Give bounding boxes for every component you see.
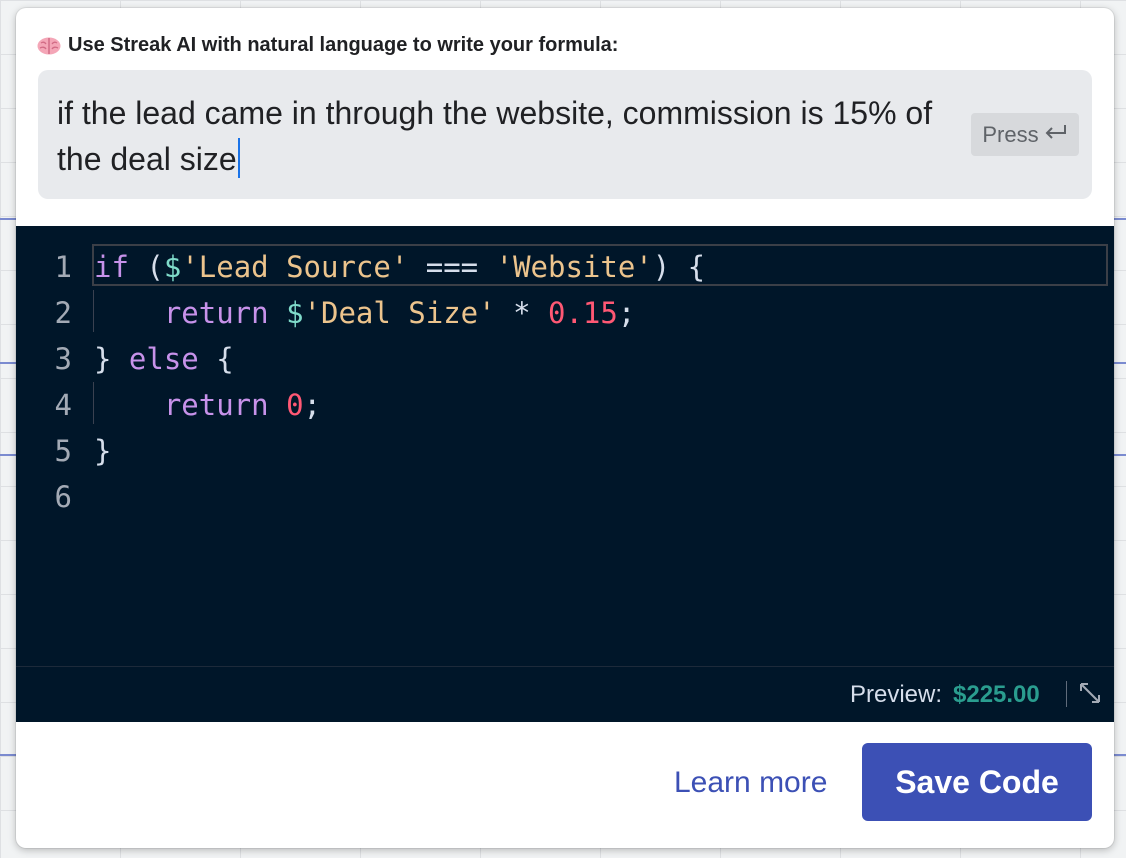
string-literal: 'Lead Source' xyxy=(181,250,409,284)
punct: ; xyxy=(617,296,636,330)
code-line-4[interactable]: return 0; xyxy=(94,382,321,428)
line-number: 1 xyxy=(54,250,72,284)
keyword: if xyxy=(94,250,129,284)
ai-prompt-value: if the lead came in through the website,… xyxy=(57,95,933,177)
number-literal: 0 xyxy=(286,388,304,422)
line-number: 3 xyxy=(54,342,72,376)
text-caret xyxy=(237,138,240,178)
code-editor[interactable]: 1 2 3 4 5 6 if ($'Lead Source' === 'Webs… xyxy=(16,226,1114,666)
press-label: Press xyxy=(982,121,1039,147)
code-line-2[interactable]: return $'Deal Size' * 0.15; xyxy=(94,290,635,336)
string-literal: 'Deal Size' xyxy=(303,296,496,330)
preview-label: Preview: xyxy=(850,681,943,708)
expand-icon[interactable] xyxy=(1076,679,1104,707)
line-number: 2 xyxy=(54,296,72,330)
ai-prompt-text[interactable]: if the lead came in through the website,… xyxy=(57,90,957,182)
save-code-button[interactable]: Save Code xyxy=(862,743,1092,821)
string-literal: 'Website' xyxy=(495,250,653,284)
punct: } xyxy=(94,434,112,468)
punct: ( xyxy=(128,250,164,284)
code-line-5[interactable]: } xyxy=(94,428,111,474)
code-line-1[interactable]: if ($'Lead Source' === 'Website') { xyxy=(94,244,705,290)
punct: ; xyxy=(303,388,322,422)
code-line-6[interactable] xyxy=(94,474,1094,520)
formula-editor-modal: Use Streak AI with natural language to w… xyxy=(16,8,1114,848)
footer-divider xyxy=(1066,681,1067,707)
press-enter-button[interactable]: Press xyxy=(971,113,1079,156)
line-number-gutter: 1 2 3 4 5 6 xyxy=(16,226,92,666)
enter-key-icon xyxy=(1044,122,1068,148)
operator: * xyxy=(495,296,548,330)
line-number: 5 xyxy=(54,434,72,468)
keyword: return xyxy=(163,296,269,330)
ai-prompt-header: Use Streak AI with natural language to w… xyxy=(36,34,618,57)
line-number: 4 xyxy=(54,388,72,422)
field-ref-sigil: $ xyxy=(163,250,182,284)
keyword: return xyxy=(163,388,269,422)
punct: } xyxy=(94,342,129,376)
keyword: else xyxy=(128,342,199,376)
line-number: 6 xyxy=(54,480,72,514)
code-line-3[interactable]: } else { xyxy=(94,336,234,382)
learn-more-link[interactable]: Learn more xyxy=(674,766,827,800)
ai-prompt-header-text: Use Streak AI with natural language to w… xyxy=(68,34,619,56)
punct: { xyxy=(198,342,234,376)
punct: ) { xyxy=(652,250,706,284)
preview-value: $225.00 xyxy=(953,681,1040,708)
operator: === xyxy=(408,250,496,284)
brain-icon xyxy=(36,36,62,56)
number-literal: 0.15 xyxy=(548,296,618,330)
ai-prompt-input[interactable]: if the lead came in through the website,… xyxy=(38,70,1092,199)
editor-footer: Preview: $225.00 xyxy=(16,666,1114,722)
field-ref-sigil: $ xyxy=(286,296,304,330)
